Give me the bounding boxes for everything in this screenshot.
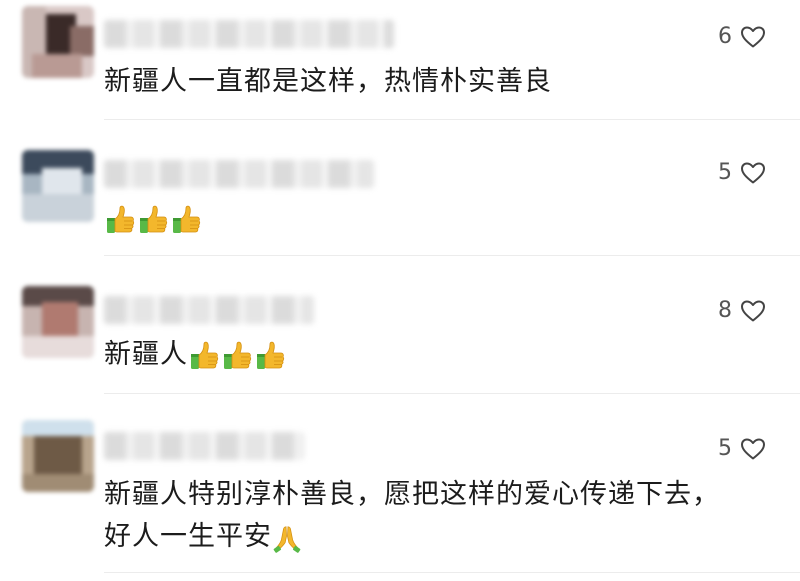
like-button[interactable]: 5 <box>718 160 766 185</box>
avatar[interactable] <box>22 150 94 222</box>
like-count: 5 <box>718 160 732 185</box>
comment-text-line: 好人一生平安 <box>104 516 760 558</box>
comment-text-body: 新疆人 <box>104 339 188 370</box>
comment-text-line: 新疆人特别淳朴善良，愿把这样的爱心传递下去， <box>104 479 720 510</box>
heart-outline-icon[interactable] <box>740 299 766 323</box>
avatar[interactable] <box>22 6 94 78</box>
like-count: 5 <box>718 436 732 461</box>
like-count: 6 <box>718 24 732 49</box>
username[interactable] <box>104 296 314 324</box>
heart-outline-icon[interactable] <box>740 161 766 185</box>
avatar[interactable] <box>22 286 94 358</box>
comment-text-body: 好人一生平安 <box>104 521 272 552</box>
comment-item: 8 新疆人 <box>0 256 800 394</box>
username[interactable] <box>104 20 394 48</box>
thumbs-up-icon <box>137 204 169 236</box>
comment-text <box>104 198 760 240</box>
comment-item: 5 <box>0 120 800 256</box>
comment-text: 新疆人一直都是这样，热情朴实善良 <box>104 66 552 97</box>
like-button[interactable]: 6 <box>718 24 766 49</box>
thumbs-up-icon <box>188 340 220 372</box>
avatar[interactable] <box>22 420 94 492</box>
username[interactable] <box>104 432 304 460</box>
comment-text: 新疆人 <box>104 334 760 376</box>
heart-outline-icon[interactable] <box>740 25 766 49</box>
comment-text: 新疆人特别淳朴善良，愿把这样的爱心传递下去， 好人一生平安 <box>104 474 760 558</box>
comment-item: 6 新疆人一直都是这样，热情朴实善良 <box>0 0 800 120</box>
folded-hands-icon <box>272 523 302 553</box>
heart-outline-icon[interactable] <box>740 437 766 461</box>
divider <box>104 572 800 573</box>
thumbs-up-icon <box>254 340 286 372</box>
like-count: 8 <box>718 298 732 323</box>
comment-item: 5 新疆人特别淳朴善良，愿把这样的爱心传递下去， 好人一生平安 <box>0 394 800 581</box>
like-button[interactable]: 5 <box>718 436 766 461</box>
thumbs-up-icon <box>170 204 202 236</box>
thumbs-up-icon <box>221 340 253 372</box>
username[interactable] <box>104 160 374 188</box>
like-button[interactable]: 8 <box>718 298 766 323</box>
thumbs-up-icon <box>104 204 136 236</box>
